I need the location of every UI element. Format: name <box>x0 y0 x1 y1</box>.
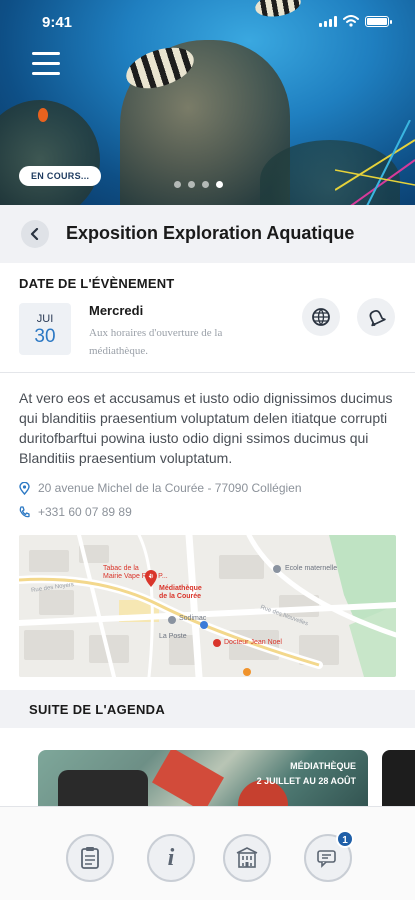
card-category: MÉDIATHÈQUE <box>290 761 356 771</box>
hero-banner: 9:41 EN COURS... <box>0 0 415 205</box>
card-dates: 2 JUILLET AU 28 AOÛT <box>256 776 356 786</box>
date-badge: JUI 30 <box>19 303 71 355</box>
tab-info[interactable]: i <box>147 834 195 882</box>
info-icon: i <box>167 844 175 871</box>
date-section-title: DATE DE L'ÉVÈNEMENT <box>19 276 175 291</box>
hero-coral <box>0 100 100 205</box>
event-weekday: Mercredi <box>89 303 144 318</box>
event-description: At vero eos et accusamus et iusto odio d… <box>19 390 393 466</box>
website-button[interactable] <box>302 298 340 336</box>
card-image <box>152 750 224 813</box>
bottom-tab-bar: i 1 <box>0 806 415 900</box>
carousel-dot[interactable] <box>174 181 181 188</box>
chat-icon <box>317 850 336 868</box>
back-button[interactable] <box>21 220 49 248</box>
date-month: JUI <box>36 313 54 325</box>
page-title: Exposition Exploration Aquatique <box>66 223 355 243</box>
map-label-school: Ecole maternelle <box>285 565 338 572</box>
hero-fish <box>38 108 48 122</box>
status-icons <box>319 15 392 27</box>
reminder-button[interactable] <box>357 298 395 336</box>
map-label-tabac: Tabac de la Mairie Vape Relo P... <box>103 565 168 580</box>
status-badge: EN COURS... <box>19 166 102 186</box>
agenda-icon <box>81 847 99 869</box>
card-tag: MÉDIATHÈQUE 2 JUILLET AU 28 AOÛT <box>257 759 356 789</box>
notification-badge: 1 <box>336 830 354 848</box>
tab-places[interactable] <box>223 834 271 882</box>
tab-messages[interactable]: 1 <box>304 830 354 882</box>
page-header: Exposition Exploration Aquatique <box>0 205 415 263</box>
signal-icon <box>319 15 337 27</box>
bell-icon <box>369 310 386 327</box>
menu-button[interactable] <box>32 52 60 80</box>
chevron-left-icon <box>30 228 39 240</box>
address-text: 20 avenue Michel de la Courée - 77090 Co… <box>38 481 302 495</box>
phone-icon <box>19 506 30 518</box>
map-label-poste: La Poste <box>159 633 187 640</box>
carousel-dot[interactable] <box>188 181 195 188</box>
phone-text: +331 60 07 89 89 <box>38 505 132 519</box>
phone-row[interactable]: +331 60 07 89 89 <box>19 505 132 519</box>
hero-decoration <box>335 120 415 205</box>
map-canvas <box>19 535 396 677</box>
location-map[interactable]: Tabac de la Mairie Vape Relo P... Médiat… <box>19 535 396 677</box>
status-time: 9:41 <box>42 14 73 31</box>
map-label-doctor: Docteur Jean Noel <box>224 639 282 646</box>
agenda-section-title: SUITE DE L'AGENDA <box>29 702 166 717</box>
battery-icon <box>365 15 392 27</box>
date-day: 30 <box>34 326 56 347</box>
divider <box>0 372 415 373</box>
location-pin-icon <box>19 481 30 495</box>
event-hours: Aux horaires d'ouverture de la médiathèq… <box>89 327 223 357</box>
address-row[interactable]: 20 avenue Michel de la Courée - 77090 Co… <box>19 481 302 495</box>
agenda-section: SUITE DE L'AGENDA <box>0 690 415 728</box>
globe-icon <box>312 308 330 326</box>
carousel-dot-active[interactable] <box>216 181 223 188</box>
carousel-dots[interactable] <box>174 181 223 188</box>
status-bar: 9:41 <box>0 0 415 44</box>
carousel-dot[interactable] <box>202 181 209 188</box>
map-label-shop: Sodimac <box>179 615 207 622</box>
tab-agenda[interactable] <box>66 834 114 882</box>
building-icon <box>236 847 258 868</box>
map-label-mediatheque: Médiathèque de la Courée <box>159 585 202 600</box>
wifi-icon <box>343 15 359 27</box>
